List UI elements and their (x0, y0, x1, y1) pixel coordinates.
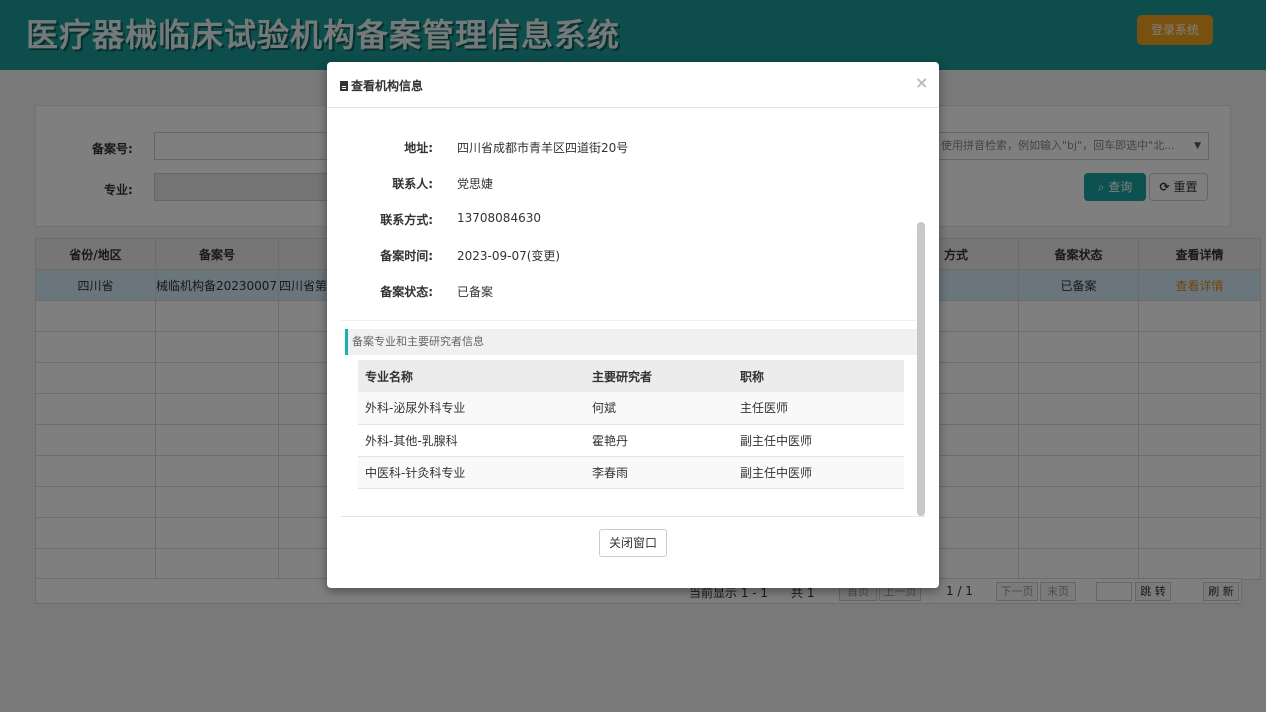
investigator-cell: 何斌 (585, 392, 733, 425)
specialty-cell: 中医科-针灸科专业 (358, 456, 585, 489)
title-cell: 主任医师 (733, 392, 904, 425)
table-row: 外科-其他-乳腺科 霍艳丹 副主任中医师 (358, 424, 904, 457)
col-title: 职称 (733, 360, 904, 392)
document-icon (340, 81, 348, 91)
contact-value: 党思婕 (457, 177, 494, 191)
investigator-cell: 霍艳丹 (585, 424, 733, 457)
close-icon[interactable]: × (915, 73, 928, 92)
modal-scrollbar[interactable] (917, 222, 925, 516)
table-row: 外科-泌尿外科专业 何斌 主任医师 (358, 392, 904, 425)
section-heading: 备案专业和主要研究者信息 (345, 329, 917, 355)
record-time-label: 备案时间: (380, 249, 433, 263)
col-specialty-name: 专业名称 (358, 360, 585, 392)
info-divider (341, 320, 917, 321)
phone-label: 联系方式: (380, 213, 433, 227)
address-label: 地址: (404, 141, 433, 155)
record-status-label: 备案状态: (380, 285, 433, 299)
col-investigator: 主要研究者 (585, 360, 733, 392)
modal-footer-divider (341, 516, 925, 517)
title-cell: 副主任中医师 (733, 456, 904, 489)
table-row: 中医科-针灸科专业 李春雨 副主任中医师 (358, 456, 904, 489)
record-status-value: 已备案 (457, 285, 494, 299)
modal-title-text: 查看机构信息 (351, 79, 424, 93)
specialty-cell: 外科-其他-乳腺科 (358, 424, 585, 457)
modal-header: 查看机构信息 × (327, 62, 939, 108)
institution-info-modal: 查看机构信息 × 地址: 四川省成都市青羊区四道街20号 联系人: 党思婕 联系… (327, 62, 939, 588)
close-window-button[interactable]: 关闭窗口 (599, 529, 667, 557)
record-time-value: 2023-09-07(变更) (457, 249, 561, 263)
address-value: 四川省成都市青羊区四道街20号 (457, 141, 629, 155)
specialty-table: 专业名称 主要研究者 职称 外科-泌尿外科专业 何斌 主任医师 外科-其他-乳腺… (358, 360, 904, 489)
modal-title: 查看机构信息 (340, 77, 423, 94)
title-cell: 副主任中医师 (733, 424, 904, 457)
specialty-table-header: 专业名称 主要研究者 职称 (358, 360, 904, 392)
phone-value: 13708084630 (457, 211, 541, 225)
scrollbar-thumb[interactable] (917, 222, 925, 516)
investigator-cell: 李春雨 (585, 456, 733, 489)
specialty-cell: 外科-泌尿外科专业 (358, 392, 585, 425)
contact-label: 联系人: (392, 177, 433, 191)
